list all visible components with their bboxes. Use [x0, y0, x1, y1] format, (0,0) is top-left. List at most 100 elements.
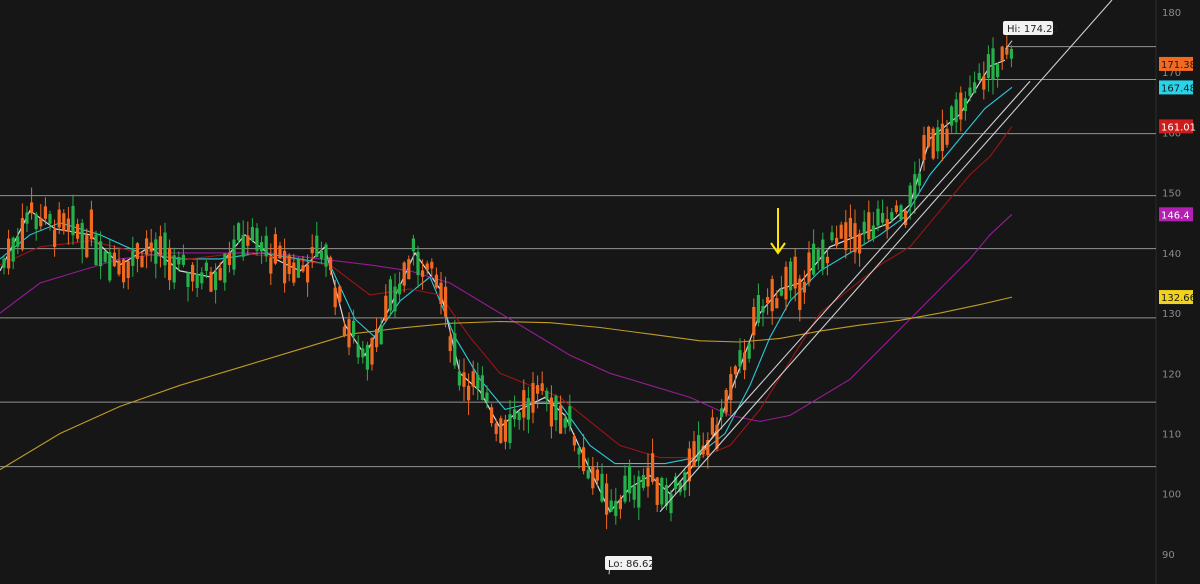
candle-body: [963, 98, 967, 111]
candle-body: [324, 244, 328, 267]
candle-body: [103, 251, 107, 262]
candle-body: [977, 72, 981, 80]
candle-body: [563, 418, 567, 428]
candle-body: [531, 382, 535, 413]
candle-body: [830, 232, 834, 241]
candle-body: [766, 297, 770, 304]
candle-body: [899, 205, 903, 220]
candle-body: [940, 123, 944, 152]
candle-body: [628, 465, 632, 494]
candle-body: [80, 223, 84, 250]
candle-body: [655, 477, 659, 505]
candle-body: [595, 469, 599, 481]
chart-canvas[interactable]: 90100110120130140150160170180 Hi: 174.25…: [0, 0, 1200, 584]
price-tick: 120: [1162, 369, 1181, 380]
candle-body: [122, 259, 126, 283]
candle-body: [301, 265, 305, 272]
candle-body: [1009, 48, 1013, 59]
candle-body: [724, 390, 728, 413]
candle-body: [112, 252, 116, 267]
candle-body: [986, 54, 990, 78]
candle-body: [710, 417, 714, 435]
candle-body: [908, 185, 912, 206]
candle-body: [802, 281, 806, 293]
candle-body: [62, 213, 66, 232]
price-tick: 110: [1162, 429, 1181, 440]
candle-body: [858, 233, 862, 254]
candle-body: [991, 48, 995, 80]
candle-body: [227, 252, 231, 266]
candle-body: [154, 239, 158, 264]
candle-body: [752, 306, 756, 336]
candle-body: [85, 235, 89, 258]
candle-body: [57, 209, 61, 228]
candle-body: [53, 229, 57, 247]
candle-body: [439, 282, 443, 304]
candle-body: [494, 423, 498, 434]
candle-body: [462, 372, 466, 387]
candle-body: [338, 286, 342, 302]
price-tick: 100: [1162, 490, 1181, 501]
candle-body: [241, 234, 245, 257]
candle-body: [632, 485, 636, 500]
stock-chart[interactable]: 90 100 110 120 130 140 150 160 170 180 Hi: 174.25…: [0, 0, 1200, 584]
candle-body: [398, 283, 402, 295]
candle-body: [168, 247, 172, 281]
candle-body: [255, 228, 259, 251]
price-tick: 140: [1162, 249, 1181, 260]
candle-body: [835, 237, 839, 246]
candle-body: [352, 320, 356, 337]
candle-body: [48, 214, 52, 224]
candle-body: [66, 218, 70, 232]
candle-body: [876, 208, 880, 226]
candle-body: [715, 424, 719, 449]
candle-body: [140, 256, 144, 268]
candle-body: [11, 237, 15, 262]
candle-body: [756, 295, 760, 323]
candle-body: [554, 395, 558, 421]
price-tag-label: 161.01: [1161, 122, 1196, 133]
candle-body: [388, 279, 392, 311]
candle-body: [559, 405, 563, 434]
candle-body: [881, 212, 885, 223]
candle-body: [467, 385, 471, 401]
candle-body: [936, 127, 940, 152]
candle-body: [411, 238, 415, 252]
candle-body: [867, 212, 871, 240]
lo-label: Lo: 86.62: [608, 559, 655, 570]
hi-label: Hi: 174.25: [1007, 24, 1059, 35]
candle-body: [922, 135, 926, 161]
candle-body: [99, 241, 103, 267]
candle-body: [885, 219, 889, 230]
candle-body: [646, 467, 650, 487]
candle-body: [76, 223, 80, 239]
price-tag-label: 167.48: [1161, 83, 1196, 94]
candle-body: [733, 366, 737, 375]
candle-body: [108, 251, 112, 281]
candle-body: [393, 286, 397, 312]
candle-body: [697, 435, 701, 461]
candle-body: [517, 412, 521, 421]
candle-body: [959, 92, 963, 120]
candle-body: [292, 262, 296, 283]
candle-body: [605, 483, 609, 515]
candle-body: [191, 264, 195, 282]
candle-body: [333, 287, 337, 308]
candle-body: [425, 263, 429, 271]
candle-body: [370, 338, 374, 365]
candle-body: [20, 218, 24, 250]
candle-body: [568, 406, 572, 427]
candle-body: [402, 262, 406, 286]
candle-body: [278, 245, 282, 259]
candle-body: [747, 343, 751, 359]
candle-body: [287, 255, 291, 275]
candle-body: [237, 223, 241, 241]
candle-body: [572, 436, 576, 446]
candle-body: [807, 252, 811, 283]
candle-body: [94, 234, 98, 266]
candle-body: [273, 234, 277, 264]
candle-body: [582, 447, 586, 472]
candle-body: [200, 272, 204, 284]
candle-body: [490, 407, 494, 424]
price-tick: 180: [1162, 8, 1181, 19]
